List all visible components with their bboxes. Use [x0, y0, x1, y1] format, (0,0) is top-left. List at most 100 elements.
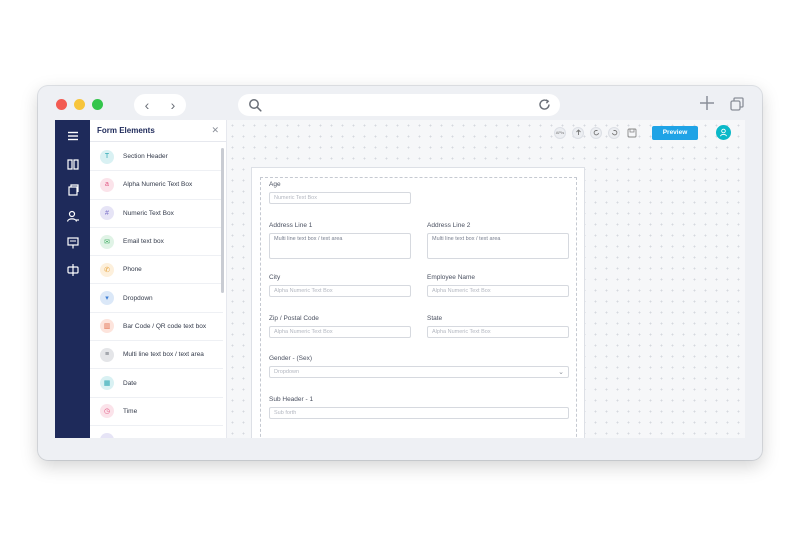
window-controls [56, 99, 103, 110]
field-label: Address Line 1 [269, 222, 313, 229]
panel-item[interactable]: T Section Header [90, 143, 223, 172]
gender-dropdown[interactable]: Dropdown ⌄ [269, 366, 569, 378]
user-avatar[interactable] [716, 125, 731, 140]
forward-icon[interactable]: › [163, 95, 183, 115]
panel-item[interactable]: ◷ Time [90, 398, 223, 426]
history-nav: ‹ › [134, 94, 186, 116]
section-header-icon: T [100, 149, 114, 164]
panel-item-label: Bar Code / QR code text box [123, 322, 207, 330]
save-icon[interactable] [626, 127, 638, 139]
field-label: Employee Name [427, 274, 476, 281]
field-label: Zip / Postal Code [269, 315, 319, 322]
time-icon: ◷ [100, 404, 114, 419]
browser-window: ‹ › Form Elements ✕ T Section Header a A… [38, 86, 762, 460]
search-icon [249, 99, 262, 112]
age-input[interactable]: Numeric Text Box [269, 192, 411, 204]
element-list: T Section Header a Alpha Numeric Text Box # N… [90, 143, 223, 438]
address-line-2-input[interactable]: Multi line text box / text area [427, 233, 569, 259]
address-bar[interactable] [238, 94, 560, 116]
close-window-button[interactable] [56, 99, 67, 110]
panel-item[interactable]: # Numeric Text Box [90, 200, 223, 228]
field-label: State [427, 315, 443, 322]
panel-item[interactable]: ≡ Multi line text box / text area [90, 341, 223, 370]
preview-button[interactable]: Preview [652, 125, 698, 140]
menu-icon[interactable] [66, 129, 80, 143]
panel-item-label: Section Header [123, 153, 168, 161]
new-tab-icon[interactable] [699, 95, 715, 111]
integration-icon[interactable] [66, 263, 80, 277]
field-address-line-1: Address Line 1 Multi line text box / tex… [269, 222, 411, 259]
panel-header: Form Elements ✕ [90, 120, 226, 142]
user-icon [720, 128, 727, 137]
undo-icon[interactable] [590, 126, 602, 139]
book-icon[interactable] [66, 157, 80, 171]
maximize-window-button[interactable] [92, 99, 103, 110]
panel-item[interactable]: ▦ Date [90, 369, 223, 398]
field-label: Gender - (Sex) [269, 355, 312, 362]
field-label: City [269, 274, 281, 281]
more-icon [100, 432, 114, 438]
dropdown-value: Dropdown [274, 369, 300, 375]
field-label: Age [269, 181, 281, 188]
field-age: Age Numeric Text Box [269, 181, 411, 204]
canvas-toolbar: APIs Preview [554, 125, 731, 140]
field-address-line-2: Address Line 2 Multi line text box / tex… [427, 222, 569, 259]
panel-item-label: Multi line text box / text area [123, 351, 204, 359]
minimize-window-button[interactable] [74, 99, 85, 110]
chevron-down-icon: ⌄ [558, 369, 564, 376]
phone-icon: ✆ [100, 262, 114, 277]
numeric-icon: # [100, 206, 114, 221]
users-icon[interactable] [66, 209, 80, 223]
field-sub-header: Sub Header - 1 Sub forth [269, 396, 569, 419]
panel-title: Form Elements [97, 126, 155, 135]
field-label: Sub Header - 1 [269, 396, 314, 403]
multiline-icon: ≡ [100, 347, 114, 362]
dropdown-icon: ▾ [100, 291, 114, 306]
alpha-numeric-icon: a [100, 177, 114, 192]
state-input[interactable]: Alpha Numeric Text Box [427, 326, 569, 338]
back-icon[interactable]: ‹ [137, 95, 157, 115]
nav-rail [55, 120, 90, 438]
panel-item[interactable]: a Alpha Numeric Text Box [90, 171, 223, 200]
employee-name-input[interactable]: Alpha Numeric Text Box [427, 285, 569, 297]
upload-icon[interactable] [572, 126, 584, 139]
panel-item[interactable]: ✆ Phone [90, 256, 223, 285]
zip-input[interactable]: Alpha Numeric Text Box [269, 326, 411, 338]
form-card: Age Numeric Text Box Address Line 1 Mult… [251, 167, 585, 438]
field-employee-name: Employee Name Alpha Numeric Text Box [427, 274, 569, 297]
sub-header-input[interactable]: Sub forth [269, 407, 569, 419]
forms-icon[interactable] [66, 183, 80, 197]
duplicate-tab-icon[interactable] [730, 97, 744, 111]
panel-item-label: Numeric Text Box [123, 209, 174, 217]
panel-item-label: Date [123, 379, 137, 387]
date-icon: ▦ [100, 376, 114, 391]
api-button[interactable]: APIs [554, 126, 566, 139]
field-city: City Alpha Numeric Text Box [269, 274, 411, 297]
panel-item[interactable] [90, 426, 223, 438]
panel-item-label: Time [123, 407, 138, 415]
form-builder-app: Form Elements ✕ T Section Header a Alpha Nu… [55, 120, 745, 438]
panel-item[interactable]: ✉ Email text box [90, 228, 223, 257]
city-input[interactable]: Alpha Numeric Text Box [269, 285, 411, 297]
panel-item-label: Email text box [123, 238, 164, 246]
redo-icon[interactable] [608, 126, 620, 139]
form-section: Age Numeric Text Box Address Line 1 Mult… [260, 177, 577, 438]
panel-scrollbar[interactable] [221, 148, 224, 293]
panel-item[interactable]: ▾ Dropdown [90, 284, 223, 313]
presentation-icon[interactable] [66, 236, 80, 250]
field-label: Address Line 2 [427, 222, 471, 229]
address-line-1-input[interactable]: Multi line text box / text area [269, 233, 411, 259]
form-elements-panel: Form Elements ✕ T Section Header a Alpha Nu… [90, 120, 227, 438]
panel-item[interactable]: ▥ Bar Code / QR code text box [90, 313, 223, 342]
email-icon: ✉ [100, 234, 114, 249]
field-state: State Alpha Numeric Text Box [427, 315, 569, 338]
field-gender: Gender - (Sex) Dropdown ⌄ [269, 355, 569, 378]
close-icon[interactable]: ✕ [211, 125, 219, 136]
barcode-icon: ▥ [100, 319, 114, 334]
panel-item-label: Alpha Numeric Text Box [123, 181, 193, 189]
panel-item-label: Dropdown [123, 294, 153, 302]
reload-icon[interactable] [537, 97, 552, 112]
field-zip: Zip / Postal Code Alpha Numeric Text Box [269, 315, 411, 338]
form-canvas: APIs Preview Age Numeric Text Box Addres… [227, 120, 745, 438]
panel-item-label: Phone [123, 266, 142, 274]
